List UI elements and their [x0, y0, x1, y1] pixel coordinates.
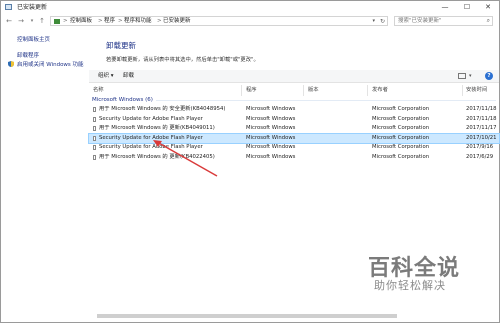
- annotation-arrow-icon: [153, 140, 218, 177]
- cell-installed-on: 2017/6/29: [466, 153, 494, 160]
- horizontal-scrollbar[interactable]: [89, 313, 499, 319]
- search-input[interactable]: 搜索"已安装更新" ⌕: [394, 16, 493, 26]
- minimize-button[interactable]: —: [434, 1, 456, 14]
- breadcrumb-programs-features[interactable]: 程序和功能: [124, 17, 152, 26]
- cell-installed-on: 2017/11/18: [466, 115, 497, 122]
- view-dropdown-icon[interactable]: ▾: [469, 70, 472, 83]
- breadcrumb-control-panel[interactable]: 控制面板: [70, 17, 92, 26]
- shield-icon: [8, 61, 14, 67]
- cell-publisher: Microsoft Corporation: [372, 115, 430, 122]
- column-divider[interactable]: [462, 85, 463, 96]
- cell-name: Security Update for Adobe Flash Player: [99, 115, 203, 122]
- breadcrumb-separator: >: [118, 18, 123, 24]
- help-icon[interactable]: ?: [485, 72, 493, 80]
- breadcrumb-installed-updates[interactable]: 已安装更新: [163, 17, 191, 26]
- group-divider: [156, 100, 496, 101]
- breadcrumb-separator: >: [157, 18, 162, 24]
- window-title: 已安装更新: [17, 4, 48, 11]
- sidebar-item-control-panel-home[interactable]: 控制面板主页: [17, 36, 50, 44]
- cell-name: 用于 Microsoft Windows 的 安全更新(KB4048954): [99, 106, 226, 112]
- left-pane: 控制面板主页 卸载程序 启用或关闭 Windows 功能: [1, 31, 89, 321]
- column-header-installed-on[interactable]: 安装时间: [466, 85, 487, 95]
- column-header-version[interactable]: 版本: [308, 85, 319, 95]
- recent-dropdown-icon[interactable]: ▾: [27, 16, 37, 26]
- forward-button[interactable]: →: [16, 16, 26, 26]
- breadcrumb-programs[interactable]: 程序: [104, 17, 115, 26]
- close-button[interactable]: ✕: [477, 1, 499, 14]
- view-options-icon[interactable]: [458, 73, 466, 79]
- search-icon: ⌕: [486, 17, 490, 24]
- breadcrumb-separator: >: [63, 18, 68, 24]
- address-dropdown-icon[interactable]: ▾: [372, 17, 375, 26]
- cell-publisher: Microsoft Corporation: [372, 144, 430, 150]
- cell-publisher: Microsoft Corporation: [372, 153, 430, 160]
- cell-program: Microsoft Windows: [246, 153, 296, 160]
- cell-installed-on: 2017/11/18: [466, 106, 497, 112]
- control-panel-icon: [54, 19, 60, 24]
- watermark-tagline: 助你轻松解决: [374, 279, 446, 292]
- sidebar-item-windows-features[interactable]: 启用或关闭 Windows 功能: [17, 61, 84, 69]
- address-row: ← → ▾ ↑ > 控制面板 > 程序 > 程序和功能 > 已安装更新 ▾ ↻ …: [1, 14, 499, 29]
- up-button[interactable]: ↑: [37, 16, 47, 26]
- instruction-text: 若要卸载更新，请从列表中将其选中，然后单击"卸载"或"更改"。: [106, 57, 259, 63]
- cell-program: Microsoft Windows: [246, 125, 296, 131]
- uninstall-button[interactable]: 卸载: [123, 70, 134, 83]
- cell-publisher: Microsoft Corporation: [372, 134, 430, 141]
- cell-publisher: Microsoft Corporation: [372, 106, 430, 112]
- maximize-button[interactable]: ☐: [456, 1, 478, 14]
- table-row[interactable]: 用于 Microsoft Windows 的 更新(KB4049011) Micr…: [89, 124, 499, 133]
- column-divider[interactable]: [303, 85, 304, 96]
- group-header[interactable]: Microsoft Windows (6): [92, 96, 153, 104]
- column-divider[interactable]: [241, 85, 242, 96]
- sidebar-item-uninstall-program[interactable]: 卸载程序: [17, 52, 39, 60]
- scrollbar-thumb[interactable]: [97, 314, 397, 318]
- column-divider[interactable]: [367, 85, 368, 96]
- update-file-icon: [93, 145, 96, 150]
- cell-name: 用于 Microsoft Windows 的 更新(KB4049011): [99, 125, 215, 131]
- table-row[interactable]: 用于 Microsoft Windows 的 安全更新(KB4048954) Mi…: [89, 105, 499, 114]
- address-bar[interactable]: > 控制面板 > 程序 > 程序和功能 > 已安装更新 ▾ ↻: [50, 16, 388, 26]
- table-row[interactable]: Security Update for Adobe Flash Player Mi…: [89, 115, 499, 124]
- cell-installed-on: 2017/11/17: [466, 125, 497, 131]
- update-file-icon: [93, 107, 96, 112]
- cell-publisher: Microsoft Corporation: [372, 125, 430, 131]
- organize-button[interactable]: 组织 ▾: [98, 70, 114, 83]
- cell-program: Microsoft Windows: [246, 144, 296, 150]
- title-bar: 已安装更新 — ☐ ✕: [1, 1, 499, 14]
- column-header-row: 名称 程序 版本 发布者 安装时间: [89, 85, 499, 96]
- column-header-name[interactable]: 名称: [93, 85, 104, 95]
- cell-installed-on: 2017/9/16: [466, 144, 494, 150]
- breadcrumb-separator: >: [98, 18, 103, 24]
- column-header-publisher[interactable]: 发布者: [372, 85, 388, 95]
- cell-installed-on: 2017/10/21: [466, 134, 497, 141]
- folder-icon: [5, 4, 12, 10]
- cell-program: Microsoft Windows: [246, 106, 296, 112]
- window: 已安装更新 — ☐ ✕ ← → ▾ ↑ > 控制面板 > 程序 > 程序和功能 …: [0, 0, 500, 323]
- page-title: 卸载更新: [106, 41, 136, 50]
- cell-program: Microsoft Windows: [246, 134, 296, 141]
- search-placeholder: 搜索"已安装更新": [398, 18, 442, 24]
- update-file-icon: [93, 126, 96, 131]
- refresh-icon[interactable]: ↻: [380, 17, 385, 26]
- update-file-icon: [93, 154, 96, 160]
- column-header-program[interactable]: 程序: [246, 85, 257, 95]
- cell-program: Microsoft Windows: [246, 115, 296, 122]
- update-file-icon: [93, 116, 96, 122]
- toolbar: 组织 ▾ 卸载 ▾ ?: [89, 70, 499, 83]
- back-button[interactable]: ←: [4, 16, 14, 26]
- update-file-icon: [93, 135, 96, 141]
